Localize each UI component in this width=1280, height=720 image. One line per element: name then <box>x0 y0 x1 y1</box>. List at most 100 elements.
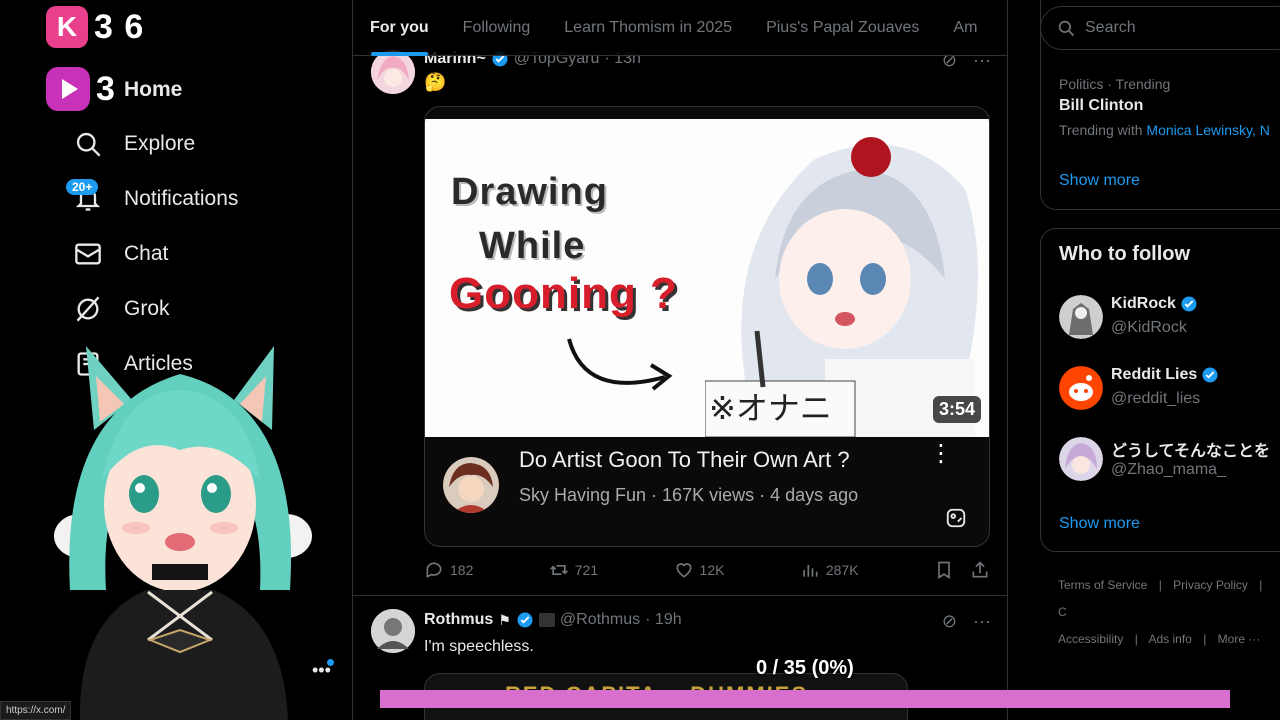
verified-badge-icon <box>1181 296 1197 312</box>
who-to-follow-panel: Who to follow KidRock @KidRock Reddit Li… <box>1040 228 1280 552</box>
footer-separator: | <box>1134 632 1138 646</box>
thumbnail-text-line: Drawing <box>451 171 608 213</box>
views-button[interactable]: 287K <box>800 560 859 580</box>
video-thumbnail[interactable]: Drawing While Gooning ? ※オナニ 3:54 <box>425 119 989 437</box>
follow-handle: @Zhao_mama_ <box>1111 461 1226 478</box>
trend-related: Trending with Monica Lewinsky, N <box>1059 122 1270 138</box>
footer-separator: | <box>1203 632 1207 646</box>
video-meta: Sky Having Fun · 167K views · 4 days ago <box>519 485 859 505</box>
author-handle[interactable]: @Rothmus <box>560 611 640 629</box>
sidebar-item-label: Notifications <box>124 187 239 210</box>
follow-name-row: どうしてそんなことを <box>1111 437 1270 461</box>
vtuber-avatar <box>54 346 312 720</box>
footer-separator: | <box>1158 578 1162 592</box>
verified-badge-icon <box>1202 367 1218 383</box>
tab-for-you[interactable]: For you <box>353 0 446 56</box>
save-to-playlist-icon[interactable] <box>945 507 967 529</box>
show-more-follow-link[interactable]: Show more <box>1059 515 1140 533</box>
follow-name: KidRock <box>1111 295 1176 312</box>
footer-link[interactable]: C <box>1058 605 1067 619</box>
logo-number: 3 <box>96 70 115 108</box>
repost-count: 721 <box>574 562 599 578</box>
flag-icon: ⚑ <box>498 611 511 628</box>
video-menu-icon[interactable]: ⋮ <box>929 442 953 466</box>
stream-progress-text: 0 / 35 (0%) <box>756 657 854 679</box>
video-embed-card[interactable]: Drawing While Gooning ? ※オナニ 3:54 Do Art… <box>424 106 990 547</box>
more-options-icon[interactable]: ··· <box>973 611 991 632</box>
affiliate-badge-icon <box>538 613 555 627</box>
avatar[interactable] <box>1059 366 1103 410</box>
logo-text: 3 6 <box>94 7 145 46</box>
post-actions: 182 721 12K 287K <box>424 560 990 580</box>
channel-avatar[interactable] <box>443 457 499 513</box>
footer-link[interactable]: Terms of Service <box>1058 578 1147 592</box>
footer-link[interactable]: Accessibility <box>1058 632 1123 646</box>
avatar[interactable] <box>1059 295 1103 339</box>
trend-related-prefix: Trending with <box>1059 122 1143 138</box>
thumbnail-text-line: Gooning ? <box>449 269 678 318</box>
reply-count: 182 <box>450 562 474 578</box>
tab-learn-thomism[interactable]: Learn Thomism in 2025 <box>547 0 749 56</box>
arrow-doodle <box>567 338 673 391</box>
sidebar-item-notifications[interactable]: 20+ Notifications <box>66 179 239 219</box>
browser-status-url: https://x.com/ <box>0 701 72 720</box>
repost-button[interactable]: 721 <box>549 560 598 580</box>
like-button[interactable]: 12K <box>674 560 724 580</box>
k-logo-icon: K <box>46 6 88 48</box>
timeline-tabs: For you Following Learn Thomism in 2025 … <box>353 0 1007 56</box>
follow-name-row: Reddit Lies <box>1111 366 1219 384</box>
footer-link[interactable]: Privacy Policy <box>1173 578 1248 592</box>
thumbnail-text-line: While <box>479 225 586 267</box>
follow-handle: @KidRock <box>1111 319 1187 336</box>
post[interactable]: Marinn~ @TopGyaru · 13h ⊘ ··· 🤔 Drawing … <box>353 40 1007 596</box>
tab-following[interactable]: Following <box>446 0 548 56</box>
post-time[interactable]: · 19h <box>645 611 681 629</box>
avatar-image <box>371 50 415 94</box>
follow-suggestion[interactable]: Reddit Lies @reddit_lies <box>1059 366 1280 416</box>
reply-icon <box>426 562 442 579</box>
search-placeholder: Search <box>1085 19 1136 36</box>
notification-badge: 20+ <box>66 179 99 195</box>
footer-link[interactable]: Ads info <box>1149 632 1192 646</box>
heart-icon <box>676 563 692 578</box>
sidebar-item-label: Explore <box>124 132 196 155</box>
sidebar-item-label: Grok <box>124 297 170 320</box>
follow-name-row: KidRock <box>1111 295 1198 313</box>
sidebar-item-label: Chat <box>124 242 169 265</box>
sidebar-item-chat[interactable]: Chat <box>74 234 168 274</box>
post-text: I'm speechless. <box>424 638 534 655</box>
post-actions-right <box>934 560 990 580</box>
sidebar-item-explore[interactable]: Explore <box>74 124 195 164</box>
mail-icon <box>75 243 101 265</box>
search-input[interactable]: Search <box>1040 6 1280 50</box>
avatar[interactable] <box>371 50 415 94</box>
tab-papal-zouaves[interactable]: Pius's Papal Zouaves <box>749 0 936 56</box>
video-duration: 3:54 <box>932 396 981 423</box>
stream-logo: K 3 6 <box>46 6 144 48</box>
sidebar-item-home[interactable]: Home <box>124 70 182 110</box>
reply-button[interactable]: 182 <box>424 560 473 580</box>
avatar[interactable] <box>1059 437 1103 481</box>
footer-more-link[interactable]: More ··· <box>1218 632 1261 646</box>
follow-suggestion[interactable]: KidRock @KidRock <box>1059 295 1280 345</box>
tab-truncated[interactable]: Am <box>936 0 994 56</box>
follow-handle: @reddit_lies <box>1111 390 1201 407</box>
trend-name[interactable]: Bill Clinton <box>1059 97 1143 115</box>
author-name[interactable]: Rothmus <box>424 611 493 629</box>
avatar[interactable] <box>371 609 415 653</box>
trend-related-link[interactable]: Monica Lewinsky, N <box>1146 122 1269 138</box>
video-title[interactable]: Do Artist Goon To Their Own Art ? <box>519 447 850 473</box>
share-icon[interactable] <box>970 560 990 580</box>
play-logo-icon <box>46 67 90 111</box>
follow-suggestion[interactable]: どうしてそんなことを @Zhao_mama_ <box>1059 437 1280 487</box>
timeline: For you Following Learn Thomism in 2025 … <box>352 0 1008 720</box>
grok-icon[interactable]: ⊘ <box>942 611 957 632</box>
sidebar: K 3 6 3 Home Explore 20+ Notifications C… <box>0 0 352 720</box>
bookmark-icon[interactable] <box>934 560 954 580</box>
svg-text:※オナニ: ※オナニ <box>709 389 832 427</box>
show-more-trends-link[interactable]: Show more <box>1059 172 1140 190</box>
sidebar-item-grok[interactable]: Grok <box>74 289 170 329</box>
views-chart-icon <box>803 565 818 577</box>
right-sidebar: Politics · Trending Bill Clinton Trendin… <box>1008 0 1280 720</box>
repost-icon <box>549 565 568 575</box>
